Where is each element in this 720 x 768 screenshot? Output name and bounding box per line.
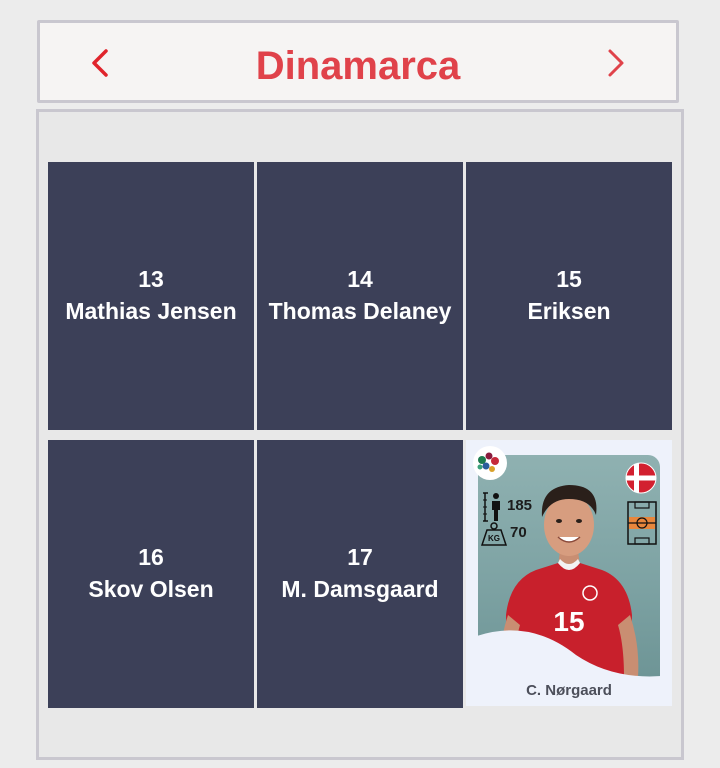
weight-icon-label: KG (488, 534, 500, 543)
player-number: 13 (138, 266, 164, 292)
player-number: 17 (347, 544, 373, 570)
player-name: Eriksen (527, 298, 611, 324)
player-name: M. Damsgaard (281, 576, 439, 602)
player-number: 16 (138, 544, 164, 570)
player-card[interactable]: 15 Eriksen (466, 162, 672, 430)
denmark-flag-icon (625, 462, 657, 494)
player-name: Thomas Delaney (268, 298, 452, 324)
player-name: Skov Olsen (88, 576, 214, 602)
tournament-logo-icon (473, 446, 507, 480)
player-height: 185 (507, 497, 533, 514)
next-team-button[interactable] (591, 35, 641, 91)
player-card[interactable]: 14 Thomas Delaney (257, 162, 463, 430)
player-weight: 70 (510, 524, 527, 541)
team-title: Dinamarca (255, 44, 461, 88)
featured-player-name: C. Nørgaard (526, 682, 612, 699)
chevron-right-icon (608, 49, 624, 77)
weight-icon: KG (480, 522, 508, 546)
player-name: Mathias Jensen (65, 298, 237, 324)
height-icon (483, 492, 500, 522)
player-card[interactable]: 16 Skov Olsen (48, 440, 254, 708)
player-card[interactable]: 17 M. Damsgaard (257, 440, 463, 708)
featured-player-card[interactable]: 15 185 KG 70 C. Nørgaard (466, 440, 672, 706)
player-number: 14 (347, 266, 373, 292)
player-card[interactable]: 13 Mathias Jensen (48, 162, 254, 430)
field-position-icon (627, 501, 657, 545)
player-number: 15 (556, 266, 582, 292)
team-header: Dinamarca (37, 20, 679, 103)
